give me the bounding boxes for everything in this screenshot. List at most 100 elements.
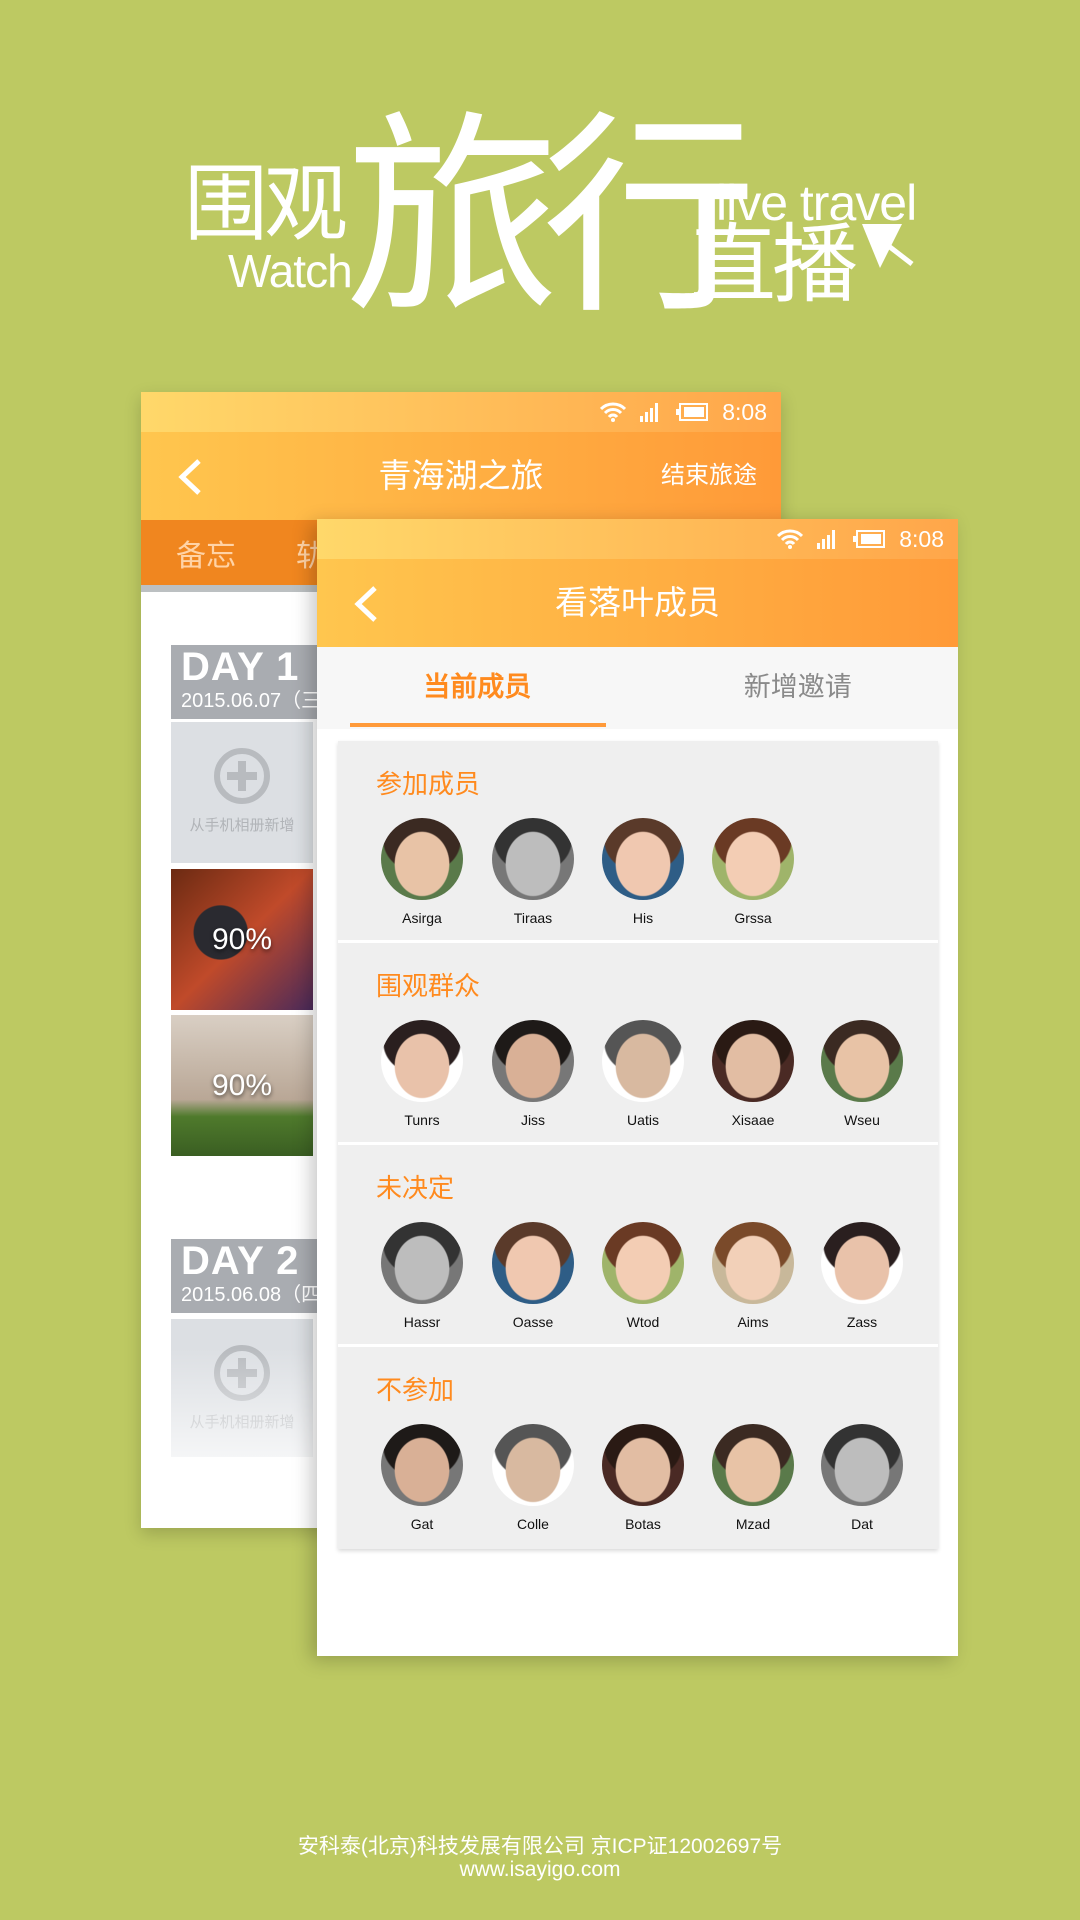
member-item[interactable]: Zass [812,1222,912,1330]
app-header: 青海湖之旅 结束旅途 [141,432,781,520]
member-name: Mzad [735,1516,771,1532]
member-name: Botas [625,1516,661,1532]
section-title: 未决定 [376,1173,455,1203]
signal-icon [817,530,836,549]
member-section: 未决定 Hassr Oasse Wtod Aims Zass [338,1145,938,1347]
avatar [602,1424,684,1506]
members-screen: 8:08 看落叶成员 当前成员 新增邀请 参加成员 Asirga Tiraas His… [317,519,958,1656]
tab-memo[interactable]: 备忘 [176,531,236,575]
member-item[interactable]: Wtod [593,1222,693,1330]
member-name: Zass [846,1314,878,1330]
tab-current-members[interactable]: 当前成员 [317,647,638,729]
day-label: DAY 1 [181,645,300,689]
member-name: Jiss [520,1112,546,1128]
member-name: His [632,910,654,926]
wifi-icon [777,529,804,549]
member-name: Colle [517,1516,549,1532]
battery-icon [676,403,709,421]
member-item[interactable]: Wseu [812,1020,912,1128]
headline-lvxing: 旅行 [345,97,757,338]
member-name: Hassr [403,1314,441,1330]
member-name: Uatis [627,1112,659,1128]
day-header: DAY 2 2015.06.08（四 [171,1239,321,1313]
member-item[interactable]: Dat [812,1424,912,1532]
member-tabs: 当前成员 新增邀请 [317,647,958,729]
plus-circle-icon [214,748,270,804]
day-date: 2015.06.08（四 [181,1284,322,1306]
footer-company: 安科泰(北京)科技发展有限公司 京ICP证12002697号 [297,1835,783,1858]
day-label: DAY 2 [181,1239,300,1283]
avatar [821,1222,903,1304]
member-name: Gat [410,1516,434,1532]
member-item[interactable]: Asirga [372,818,472,926]
page-title: 看落叶成员 [555,584,720,621]
avatar [602,1222,684,1304]
avatar [492,1020,574,1102]
member-item[interactable]: Grssa [703,818,803,926]
member-item[interactable]: Xisaae [703,1020,803,1128]
cursor-arrow-icon [862,224,914,268]
battery-icon [853,530,886,548]
member-item[interactable]: Aims [703,1222,803,1330]
member-item[interactable]: Uatis [593,1020,693,1128]
signal-icon [640,403,659,422]
avatar [381,1020,463,1102]
member-item[interactable]: Mzad [703,1424,803,1532]
member-name: Grssa [734,910,772,926]
avatar [602,818,684,900]
day-date: 2015.06.07（三 [181,690,322,712]
member-section: 不参加 Gat Colle Botas Mzad Dat [338,1347,938,1549]
avatar [381,1424,463,1506]
member-name: Wseu [844,1112,880,1128]
avatar [381,1222,463,1304]
avatar [602,1020,684,1102]
member-item[interactable]: Tunrs [372,1020,472,1128]
section-title: 围观群众 [376,971,481,1001]
member-item[interactable]: Jiss [483,1020,583,1128]
app-header: 看落叶成员 [317,559,958,647]
status-time: 8:08 [722,398,767,425]
avatar [492,1424,574,1506]
add-photo-button[interactable]: 从手机相册新增 [171,722,313,863]
active-tab-indicator [350,723,606,727]
members-card: 参加成员 Asirga Tiraas His Grssa 围观群众 Tunrs Jiss Uat… [338,741,938,1549]
avatar [492,818,574,900]
wifi-icon [600,402,627,422]
upload-progress: 90% [211,922,273,956]
member-name: Dat [851,1516,873,1532]
status-bar: 8:08 [317,519,958,559]
member-name: Tunrs [404,1112,440,1128]
member-name: Aims [737,1314,769,1330]
member-name: Wtod [626,1314,660,1330]
member-name: Asirga [402,910,442,926]
avatar [381,818,463,900]
avatar [712,1222,794,1304]
member-item[interactable]: His [593,818,693,926]
avatar [712,1020,794,1102]
member-item[interactable]: Tiraas [483,818,583,926]
headline-zhibo: 直播 [690,217,858,313]
status-bar: 8:08 [141,392,781,432]
footer-url[interactable]: www.isayigo.com [0,1858,1080,1882]
status-time: 8:08 [899,525,944,552]
end-trip-button[interactable]: 结束旅途 [661,432,757,520]
member-item[interactable]: Botas [593,1424,693,1532]
day-header: DAY 1 2015.06.07（三 [171,645,321,719]
member-item[interactable]: Hassr [372,1222,472,1330]
tab-new-invite[interactable]: 新增邀请 [638,647,959,729]
headline-weiguan: 围观 [184,157,348,251]
avatar [712,818,794,900]
member-item[interactable]: Oasse [483,1222,583,1330]
headline-watch: Watch [228,245,353,297]
section-title: 不参加 [376,1375,455,1405]
member-name: Tiraas [513,910,553,926]
member-section: 参加成员 Asirga Tiraas His Grssa [338,741,938,943]
upload-photo[interactable]: 90% [171,869,313,1010]
section-title: 参加成员 [376,769,481,799]
upload-photo[interactable]: 90% [171,1015,313,1156]
add-photo-label: 从手机相册新增 [189,817,295,834]
avatar [712,1424,794,1506]
member-item[interactable]: Gat [372,1424,472,1532]
member-item[interactable]: Colle [483,1424,583,1532]
avatar [821,1020,903,1102]
